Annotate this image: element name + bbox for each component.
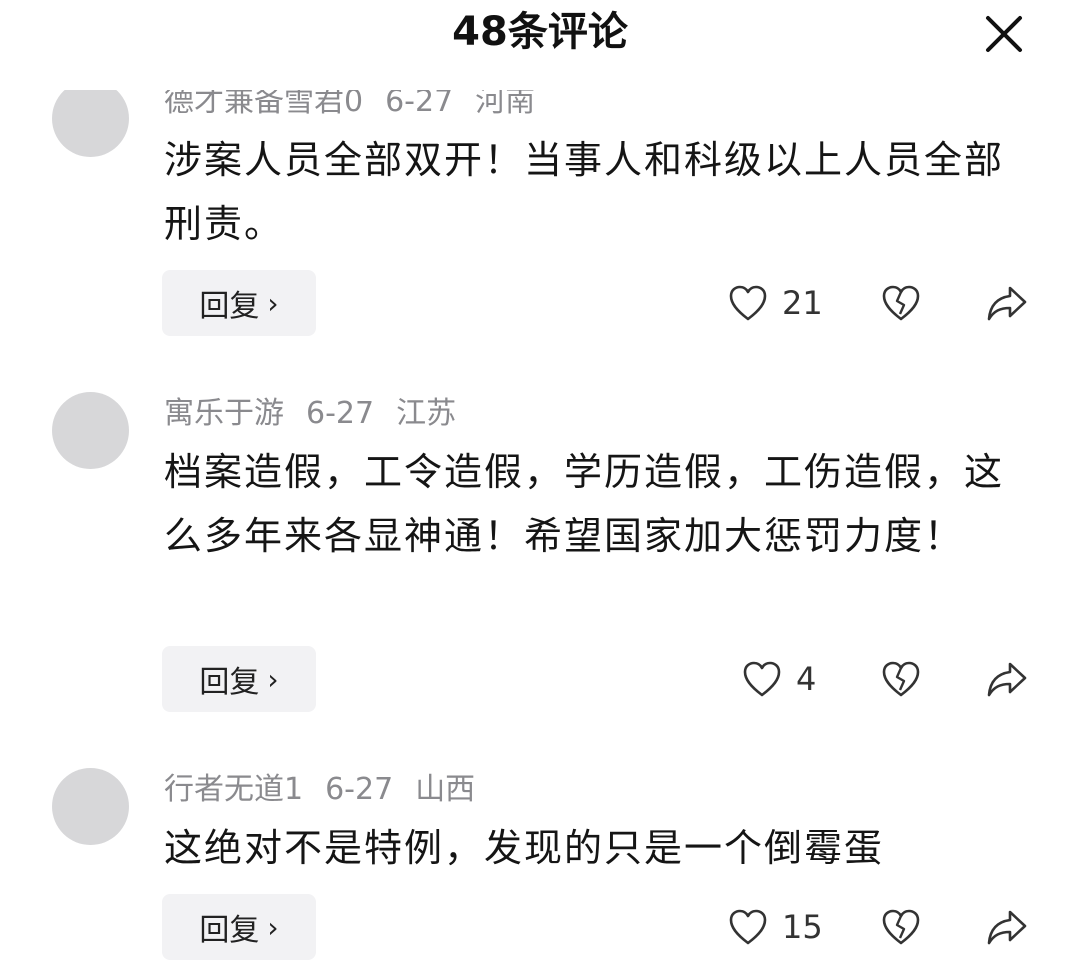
- avatar[interactable]: [52, 392, 129, 469]
- like-count: 15: [782, 908, 823, 946]
- comment-meta: 寓乐于游 6-27 江苏: [164, 396, 478, 432]
- comment-actions: 21: [0, 270, 1080, 336]
- like-button[interactable]: 21: [728, 284, 823, 322]
- close-icon: [986, 16, 1022, 52]
- dislike-button[interactable]: [881, 284, 921, 322]
- comment-location: 江苏: [396, 396, 457, 431]
- share-arrow-icon: [987, 662, 1027, 697]
- comment-actions: 4: [0, 646, 1080, 712]
- like-count: 4: [796, 660, 817, 698]
- comment-text: 档案造假，工令造假，学历造假，工伤造假，这么多年来各显神通！希望国家加大惩罚力度…: [164, 450, 1005, 558]
- comment-text: 涉案人员全部双开！当事人和科级以上人员全部刑责。: [164, 138, 1005, 246]
- share-button[interactable]: [986, 660, 1028, 698]
- heart-outline-icon: [743, 661, 781, 697]
- share-arrow-icon: [987, 910, 1027, 945]
- dislike-button[interactable]: [881, 908, 921, 946]
- broken-heart-icon: [882, 909, 920, 945]
- comment-location: 山西: [415, 772, 476, 807]
- like-count: 21: [782, 284, 823, 322]
- comment-username[interactable]: 寓乐于游: [164, 396, 284, 431]
- comment-date: 6-27: [306, 396, 375, 431]
- close-button[interactable]: [980, 10, 1028, 58]
- comment-actions: 15: [0, 894, 1080, 960]
- like-button[interactable]: 4: [742, 660, 816, 698]
- comment-username[interactable]: 行者无道1: [164, 772, 303, 807]
- avatar[interactable]: [52, 768, 129, 845]
- avatar[interactable]: [52, 80, 129, 157]
- comment-date: 6-27: [325, 772, 394, 807]
- comment-text: 这绝对不是特例，发现的只是一个倒霉蛋: [164, 826, 885, 870]
- share-arrow-icon: [987, 286, 1027, 321]
- like-button[interactable]: 15: [728, 908, 823, 946]
- broken-heart-icon: [882, 285, 920, 321]
- dislike-button[interactable]: [881, 660, 921, 698]
- comment-meta: 行者无道1 6-27 山西: [164, 772, 497, 808]
- comment-list[interactable]: 德才兼备雪君0 6-27 河南 涉案人员全部双开！当事人和科级以上人员全部刑责。 回…: [0, 0, 1080, 973]
- share-button[interactable]: [986, 284, 1028, 322]
- broken-heart-icon: [882, 661, 920, 697]
- share-button[interactable]: [986, 908, 1028, 946]
- heart-outline-icon: [729, 285, 767, 321]
- heart-outline-icon: [729, 909, 767, 945]
- comments-count-title: 48条评论: [452, 9, 628, 55]
- comments-header: 48条评论: [0, 0, 1080, 90]
